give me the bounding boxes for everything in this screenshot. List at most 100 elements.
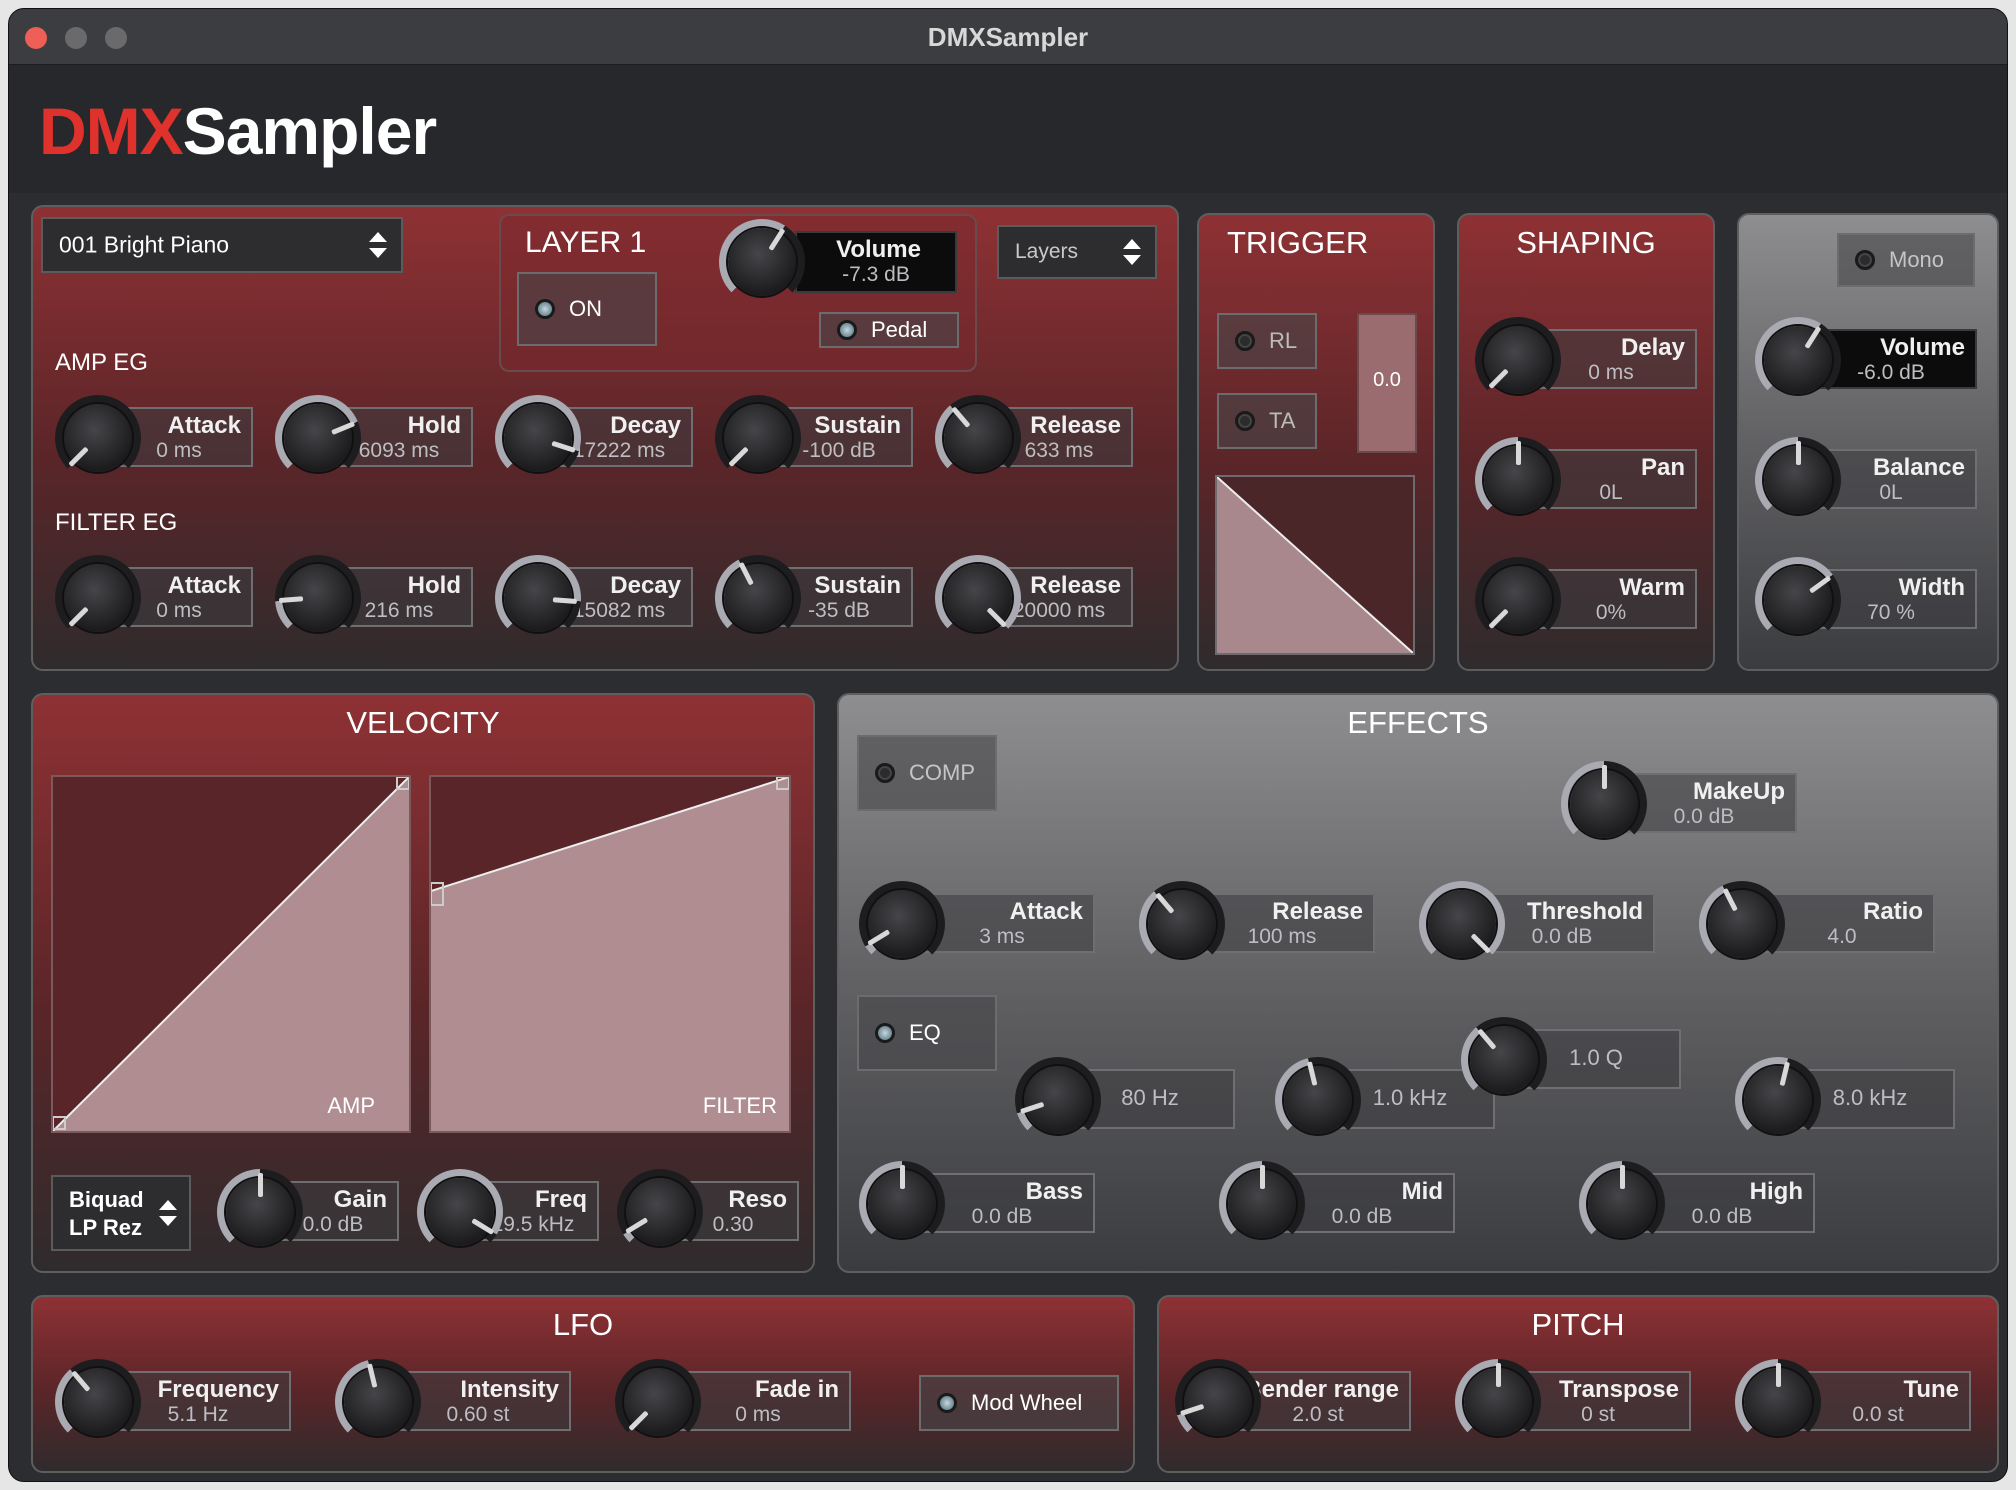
control-label: Hold [407, 572, 461, 599]
layers-select-label: Layers [1015, 240, 1079, 263]
control-label: Volume [1880, 334, 1965, 361]
control-label: Attack [167, 572, 241, 599]
rl-label: RL [1269, 328, 1298, 353]
trigger-panel: TRIGGER RL TA 0.0 [1197, 213, 1435, 671]
ta-button[interactable]: TA [1217, 393, 1317, 449]
led-off-icon [1235, 411, 1255, 431]
pitch-knob[interactable] [1735, 1359, 1821, 1445]
eq-gain-knob[interactable] [1579, 1161, 1665, 1247]
shaping-knob[interactable] [1475, 557, 1561, 643]
led-on-icon [875, 1023, 895, 1043]
preset-select[interactable]: 001 Bright Piano [41, 217, 403, 273]
pitch-title: PITCH [1531, 1307, 1625, 1342]
app-header: DMXSampler [9, 65, 2007, 193]
mod-wheel-label: Mod Wheel [971, 1390, 1083, 1415]
velocity-title: VELOCITY [346, 705, 500, 740]
velocity-filter-knob[interactable] [617, 1169, 703, 1255]
output-volume-knob[interactable] [1755, 317, 1841, 403]
lfo-knob[interactable] [335, 1359, 421, 1445]
filter-eg-knob[interactable] [715, 555, 801, 641]
brand-part-sampler: Sampler [182, 94, 437, 168]
control-label: Attack [1009, 898, 1083, 925]
shaping-knob[interactable] [1475, 437, 1561, 523]
eq-freq-knob[interactable] [1015, 1057, 1101, 1143]
trigger-value-slider[interactable]: 0.0 [1357, 313, 1417, 453]
eq-label: EQ [909, 1020, 941, 1045]
comp-knob[interactable] [859, 881, 945, 967]
filter-eg-knob[interactable] [935, 555, 1021, 641]
control-label: Intensity [460, 1376, 559, 1403]
width-knob[interactable] [1755, 557, 1841, 643]
pitch-knob[interactable] [1175, 1359, 1261, 1445]
velocity-amp-curve[interactable]: AMP [51, 775, 411, 1133]
ta-label: TA [1269, 408, 1296, 433]
app-window: DMXSampler DMXSampler 001 Bright Piano L… [8, 8, 2008, 1482]
trigger-curve-display[interactable] [1215, 475, 1415, 655]
pitch-knob[interactable] [1455, 1359, 1541, 1445]
lfo-knob[interactable] [55, 1359, 141, 1445]
makeup-knob[interactable] [1561, 761, 1647, 847]
velocity-amp-curve-icon [53, 777, 409, 1131]
control-label: Release [1030, 412, 1121, 439]
filter-type-line2: LP Rez [69, 1215, 142, 1240]
control-label: Hold [407, 412, 461, 439]
amp-eg-knob[interactable] [55, 395, 141, 481]
control-label: High [1749, 1178, 1803, 1205]
control-label: Delay [1620, 334, 1685, 361]
eq-freq-knob[interactable] [1275, 1057, 1361, 1143]
velocity-filter-knob[interactable] [417, 1169, 503, 1255]
comp-knob[interactable] [1699, 881, 1785, 967]
velocity-filter-curve-icon [431, 777, 789, 1131]
control-label: Reso [728, 1186, 787, 1213]
comp-knob[interactable] [1139, 881, 1225, 967]
amp-eg-knob[interactable] [715, 395, 801, 481]
amp-eg-knob[interactable] [935, 395, 1021, 481]
preset-name: 001 Bright Piano [59, 231, 230, 258]
comp-knob[interactable] [1419, 881, 1505, 967]
pedal-button[interactable]: Pedal [819, 312, 959, 348]
balance-knob[interactable] [1755, 437, 1841, 523]
eq-gain-knob[interactable] [1219, 1161, 1305, 1247]
layer-volume-knob[interactable] [719, 219, 805, 305]
brand-logo: DMXSampler [39, 93, 437, 169]
effects-title: EFFECTS [1347, 705, 1489, 740]
filter-eg-knob[interactable] [275, 555, 361, 641]
control-label: Decay [610, 572, 681, 599]
filter-type-select[interactable]: Biquad LP Rez [51, 1175, 191, 1251]
eq-freq-knob[interactable] [1461, 1017, 1547, 1103]
control-label: Gain [333, 1186, 387, 1213]
filter-type-line1: Biquad [69, 1187, 144, 1212]
rl-button[interactable]: RL [1217, 313, 1317, 369]
shaping-knob[interactable] [1475, 317, 1561, 403]
amp-eg-knob[interactable] [495, 395, 581, 481]
control-label: Bass [1025, 1178, 1083, 1205]
control-label: Pan [1640, 454, 1685, 481]
layer-on-label: ON [569, 296, 602, 321]
led-on-icon [535, 299, 555, 319]
comp-button[interactable]: COMP [857, 735, 997, 811]
layers-select[interactable]: Layers [997, 225, 1157, 279]
amp-eg-knob[interactable] [275, 395, 361, 481]
mod-wheel-button[interactable]: Mod Wheel [919, 1375, 1119, 1431]
control-label: Attack [167, 412, 241, 439]
mono-button[interactable]: Mono [1837, 233, 1975, 287]
lfo-knob[interactable] [615, 1359, 701, 1445]
eq-gain-knob[interactable] [859, 1161, 945, 1247]
eq-freq-knob[interactable] [1735, 1057, 1821, 1143]
control-label: Warm [1619, 574, 1685, 601]
control-label: Bender range [1244, 1376, 1399, 1403]
layer-on-button[interactable]: ON [517, 272, 657, 346]
filter-eg-knob[interactable] [55, 555, 141, 641]
title-bar: DMXSampler [9, 9, 2007, 65]
filter-eg-knob[interactable] [495, 555, 581, 641]
control-label: Mid [1401, 1178, 1443, 1205]
velocity-filter-knob[interactable] [217, 1169, 303, 1255]
control-label: Balance [1872, 454, 1965, 481]
velocity-filter-curve[interactable]: FILTER [429, 775, 791, 1133]
mono-label: Mono [1889, 247, 1945, 272]
led-off-icon [1855, 250, 1875, 270]
velocity-amp-label: AMP [327, 1093, 375, 1118]
layer-volume-box: Volume -7.3 dB [795, 231, 957, 293]
eq-button[interactable]: EQ [857, 995, 997, 1071]
control-label: Sustain [814, 412, 901, 439]
